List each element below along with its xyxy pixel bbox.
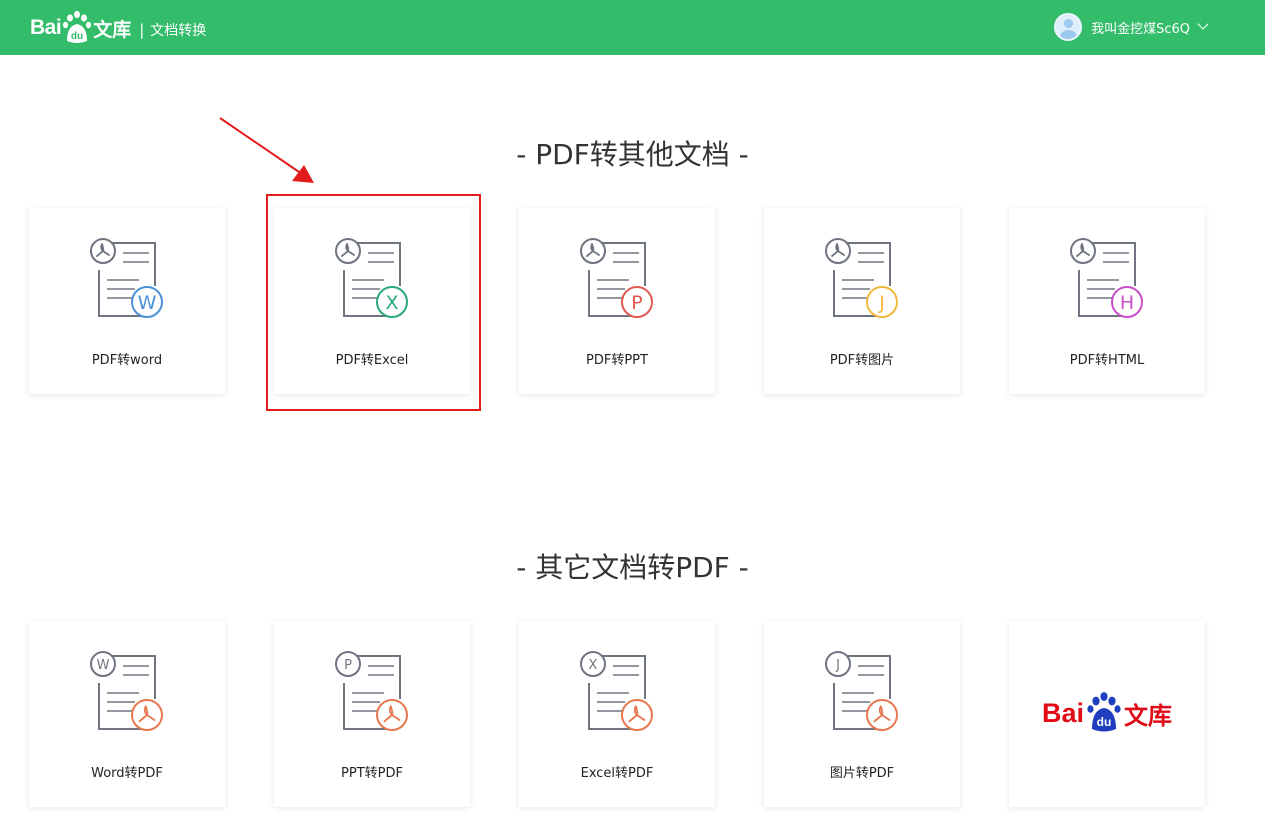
svg-text:J: J bbox=[835, 658, 840, 673]
document-convert-icon: P bbox=[335, 651, 408, 731]
convert-card-label: PDF转图片 bbox=[829, 353, 895, 368]
convert-card-pdf-excel[interactable]: X PDF转Excel bbox=[274, 208, 470, 394]
section-title-pdf-to-others: - PDF转其他文档 - bbox=[516, 138, 749, 171]
convert-card-label: PDF转Excel bbox=[335, 353, 409, 368]
svg-text:H: H bbox=[1120, 292, 1134, 314]
document-convert-icon: P bbox=[580, 238, 653, 318]
convert-card-ppt-pdf[interactable]: P PPT转PDF bbox=[274, 621, 470, 807]
top-bar: Bai du 文库 | 文档转换 我叫金挖煤Sc6Q bbox=[0, 0, 1265, 55]
convert-card-label: Excel转PDF bbox=[580, 766, 654, 781]
svg-text:J: J bbox=[878, 292, 885, 314]
convert-card-pdf[interactable]: J 图片转PDF bbox=[764, 621, 960, 807]
baidu-wenku-brand-logo: Bai du 文库 bbox=[1009, 683, 1205, 743]
svg-text:W: W bbox=[97, 658, 110, 673]
convert-card-label: Word转PDF bbox=[91, 766, 163, 781]
paw-logo-icon: du bbox=[62, 10, 92, 46]
chevron-down-icon[interactable] bbox=[1197, 18, 1209, 30]
brand-logo-product: 文库 bbox=[1124, 701, 1173, 730]
document-convert-icon: W bbox=[90, 651, 163, 731]
svg-text:X: X bbox=[385, 292, 398, 314]
convert-card-label: PDF转PPT bbox=[586, 353, 648, 368]
page-subtitle: 文档转换 bbox=[150, 23, 207, 39]
logo-separator: | bbox=[139, 21, 145, 39]
document-convert-icon: J bbox=[825, 651, 898, 731]
svg-text:P: P bbox=[631, 292, 642, 314]
svg-text:W: W bbox=[138, 292, 157, 314]
convert-card-label: PPT转PDF bbox=[341, 766, 403, 781]
brand-card: Bai du 文库 bbox=[1009, 621, 1205, 807]
convert-card-excel-pdf[interactable]: X Excel转PDF bbox=[519, 621, 715, 807]
convert-card-label: PDF转word bbox=[91, 353, 163, 368]
section-title-others-to-pdf: - 其它文档转PDF - bbox=[516, 551, 749, 584]
avatar[interactable] bbox=[1054, 13, 1083, 41]
document-convert-icon: H bbox=[1070, 238, 1143, 318]
logo-text: Bai bbox=[30, 16, 62, 39]
brand-logo-text: Bai bbox=[1041, 697, 1085, 728]
brand-paw-icon: du bbox=[1086, 691, 1122, 735]
convert-card-label: 图片转PDF bbox=[829, 766, 895, 781]
convert-card-pdf-ppt[interactable]: P PDF转PPT bbox=[519, 208, 715, 394]
convert-card-pdf-html[interactable]: H PDF转HTML bbox=[1009, 208, 1205, 394]
annotation-arrow-icon bbox=[219, 117, 314, 183]
document-convert-icon: X bbox=[580, 651, 653, 731]
baidu-wenku-logo[interactable]: Bai du 文库 | 文档转换 bbox=[30, 8, 206, 48]
document-convert-icon: X bbox=[335, 238, 408, 318]
svg-text:du: du bbox=[1097, 715, 1112, 729]
document-convert-icon: J bbox=[825, 238, 898, 318]
svg-text:P: P bbox=[344, 658, 352, 673]
user-menu[interactable]: 我叫金挖煤Sc6Q bbox=[1054, 12, 1209, 42]
convert-card-label: PDF转HTML bbox=[1069, 353, 1145, 368]
convert-card-pdf-word[interactable]: W PDF转word bbox=[29, 208, 225, 394]
convert-card-pdf[interactable]: J PDF转图片 bbox=[764, 208, 960, 394]
svg-text:du: du bbox=[71, 31, 83, 42]
logo-product: 文库 bbox=[93, 18, 132, 41]
username[interactable]: 我叫金挖煤Sc6Q bbox=[1091, 18, 1190, 37]
document-convert-icon: W bbox=[90, 238, 163, 318]
svg-text:X: X bbox=[589, 658, 598, 673]
convert-card-word-pdf[interactable]: W Word转PDF bbox=[29, 621, 225, 807]
